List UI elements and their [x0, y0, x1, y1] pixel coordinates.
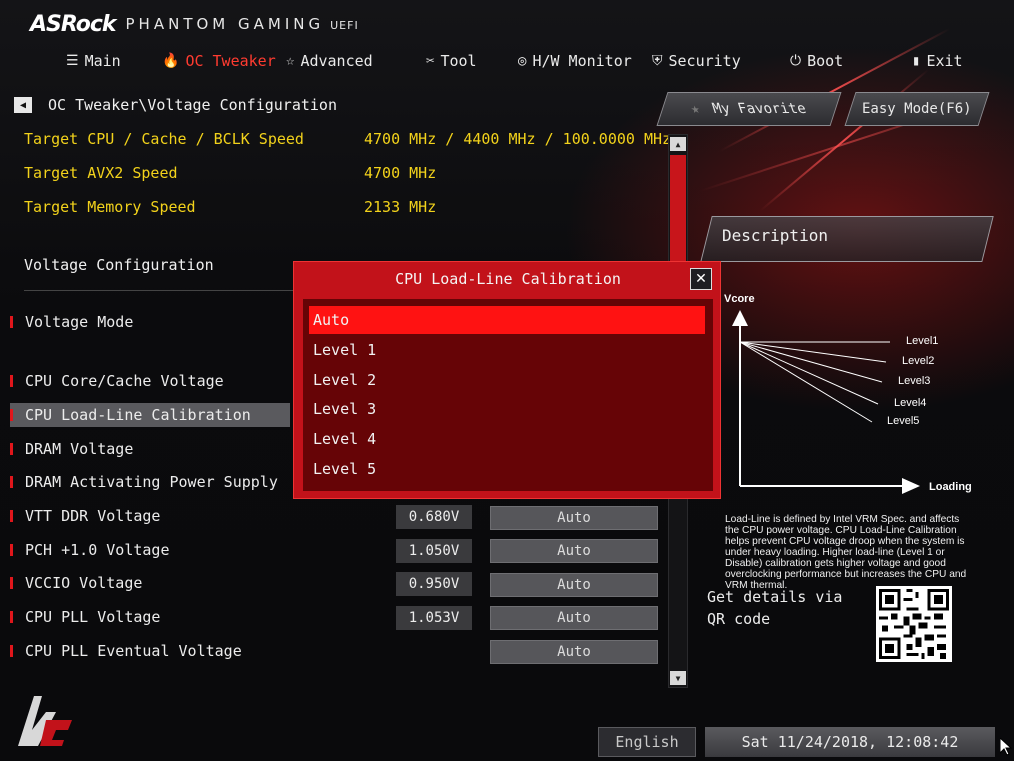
scroll-down-icon[interactable]: ▼: [670, 671, 686, 685]
voltage-readout: 1.053V: [396, 606, 472, 630]
row-marker: [10, 443, 13, 455]
setting-voltage-mode[interactable]: Voltage Mode: [10, 310, 290, 334]
row-marker: [10, 544, 13, 556]
row-marker: [10, 375, 13, 387]
level-label: Level1: [906, 335, 938, 347]
chart-level-lines: [739, 341, 890, 423]
tab-tool[interactable]: ✂ Tool: [426, 46, 477, 76]
brand-name: ASRock: [30, 11, 117, 37]
breadcrumb: ◀ OC Tweaker\Voltage Configuration: [14, 94, 337, 116]
row-marker: [10, 577, 13, 589]
setting-cpu-load-line-calibration[interactable]: CPU Load-Line Calibration: [10, 403, 290, 427]
datetime-display: Sat 11/24/2018, 12:08:42: [705, 727, 995, 757]
row-marker: [10, 510, 13, 522]
brand-logo: ASRock PHANTOM GAMING UEFI: [30, 10, 359, 38]
setting-select[interactable]: Auto: [490, 606, 658, 630]
tab-advanced[interactable]: ☆ Advanced: [286, 46, 373, 76]
description-text: Load-Line is defined by Intel VRM Spec. …: [725, 514, 967, 591]
row-marker: [10, 316, 13, 328]
dialog-title: CPU Load-Line Calibration: [395, 270, 621, 288]
qr-text: Get details via QR code: [707, 588, 843, 628]
star-icon: ★: [688, 101, 703, 117]
voltage-readout: 1.050V: [396, 539, 472, 563]
tab-boot[interactable]: ⏻ Boot: [790, 46, 843, 76]
scroll-up-icon[interactable]: ▲: [670, 137, 686, 151]
my-favorite-button[interactable]: ★ My Favorite: [656, 92, 842, 126]
phantom-gaming-logo-icon: [18, 696, 72, 746]
option-auto[interactable]: Auto: [309, 306, 705, 334]
info-label: Target CPU / Cache / BCLK Speed: [24, 130, 304, 148]
tab-oc-tweaker[interactable]: 🔥 OC Tweaker: [162, 46, 276, 76]
tab-security[interactable]: ⛨ Security: [652, 46, 741, 76]
setting-select[interactable]: Auto: [490, 506, 658, 530]
star-arrow-icon: ☆: [286, 53, 295, 69]
brand-product: PHANTOM GAMING UEFI: [125, 15, 359, 33]
monitor-icon: ◎: [518, 53, 527, 69]
setting-vccio-voltage[interactable]: VCCIO Voltage: [10, 571, 290, 595]
chart-x-arrow-icon: [902, 478, 920, 494]
option-level-4[interactable]: Level 4: [309, 425, 705, 453]
setting-cpu-pll-eventual-voltage[interactable]: CPU PLL Eventual Voltage: [10, 639, 290, 663]
main-nav: ☰ Main 🔥 OC Tweaker ☆ Advanced ✂ Tool ◎ H/W M…: [0, 46, 1014, 76]
mouse-cursor-icon: [1000, 738, 1012, 756]
tab-exit[interactable]: ▮ Exit: [912, 46, 963, 76]
flame-icon: 🔥: [162, 53, 180, 69]
row-marker: [10, 476, 13, 488]
info-value: 4700 MHz / 4400 MHz / 100.0000 MHz: [364, 130, 672, 148]
info-label: Target Memory Speed: [24, 198, 196, 216]
level-label: Level2: [902, 355, 934, 367]
option-level-2[interactable]: Level 2: [309, 366, 705, 394]
description-title: Description: [722, 226, 828, 245]
qr-code-icon: [876, 586, 952, 662]
power-icon: ⏻: [790, 53, 802, 69]
level-line: [739, 341, 873, 423]
breadcrumb-path: OC Tweaker\Voltage Configuration: [48, 96, 337, 114]
tab-main[interactable]: ☰ Main: [66, 46, 121, 76]
voltage-readout: 0.950V: [396, 572, 472, 596]
level-label: Level5: [887, 415, 919, 427]
setting-cpu-core-cache-voltage[interactable]: CPU Core/Cache Voltage: [10, 369, 290, 393]
back-arrow-icon[interactable]: ◀: [14, 97, 32, 113]
level-line: [739, 341, 883, 383]
tools-icon: ✂: [426, 53, 435, 69]
divider: [24, 290, 294, 291]
option-level-1[interactable]: Level 1: [309, 336, 705, 364]
setting-vtt-ddr-voltage[interactable]: VTT DDR Voltage: [10, 504, 290, 528]
info-label: Target AVX2 Speed: [24, 164, 178, 182]
setting-select[interactable]: Auto: [490, 640, 658, 664]
setting-select[interactable]: Auto: [490, 539, 658, 563]
option-level-3[interactable]: Level 3: [309, 395, 705, 423]
info-value: 4700 MHz: [364, 164, 437, 182]
setting-select[interactable]: Auto: [490, 573, 658, 597]
list-icon: ☰: [66, 53, 79, 69]
chart-y-arrow-icon: [732, 310, 748, 326]
language-button[interactable]: English: [598, 727, 696, 757]
info-value: 2133 MHz: [364, 198, 437, 216]
shield-icon: ⛨: [652, 53, 663, 69]
chart-y-label: Vcore: [724, 293, 755, 305]
level-label: Level3: [898, 375, 930, 387]
row-marker: [10, 409, 13, 421]
setting-pch-voltage[interactable]: PCH +1.0 Voltage: [10, 538, 290, 562]
setting-dram-activating-power-supply[interactable]: DRAM Activating Power Supply: [10, 470, 290, 494]
row-marker: [10, 645, 13, 657]
easy-mode-button[interactable]: Easy Mode(F6): [844, 92, 990, 126]
load-line-diagram: Vcore Loading Level1 Level2 Level3 Level…: [724, 293, 972, 494]
setting-cpu-pll-voltage[interactable]: CPU PLL Voltage: [10, 605, 290, 629]
voltage-readout: 0.680V: [396, 505, 472, 529]
close-icon[interactable]: ✕: [690, 268, 712, 290]
setting-dram-voltage[interactable]: DRAM Voltage: [10, 437, 290, 461]
exit-icon: ▮: [912, 53, 921, 69]
level-label: Level4: [894, 397, 926, 409]
chart-x-label: Loading: [929, 481, 972, 493]
row-marker: [10, 611, 13, 623]
section-title: Voltage Configuration: [24, 256, 214, 274]
tab-hw-monitor[interactable]: ◎ H/W Monitor: [518, 46, 632, 76]
option-level-5[interactable]: Level 5: [309, 455, 705, 483]
